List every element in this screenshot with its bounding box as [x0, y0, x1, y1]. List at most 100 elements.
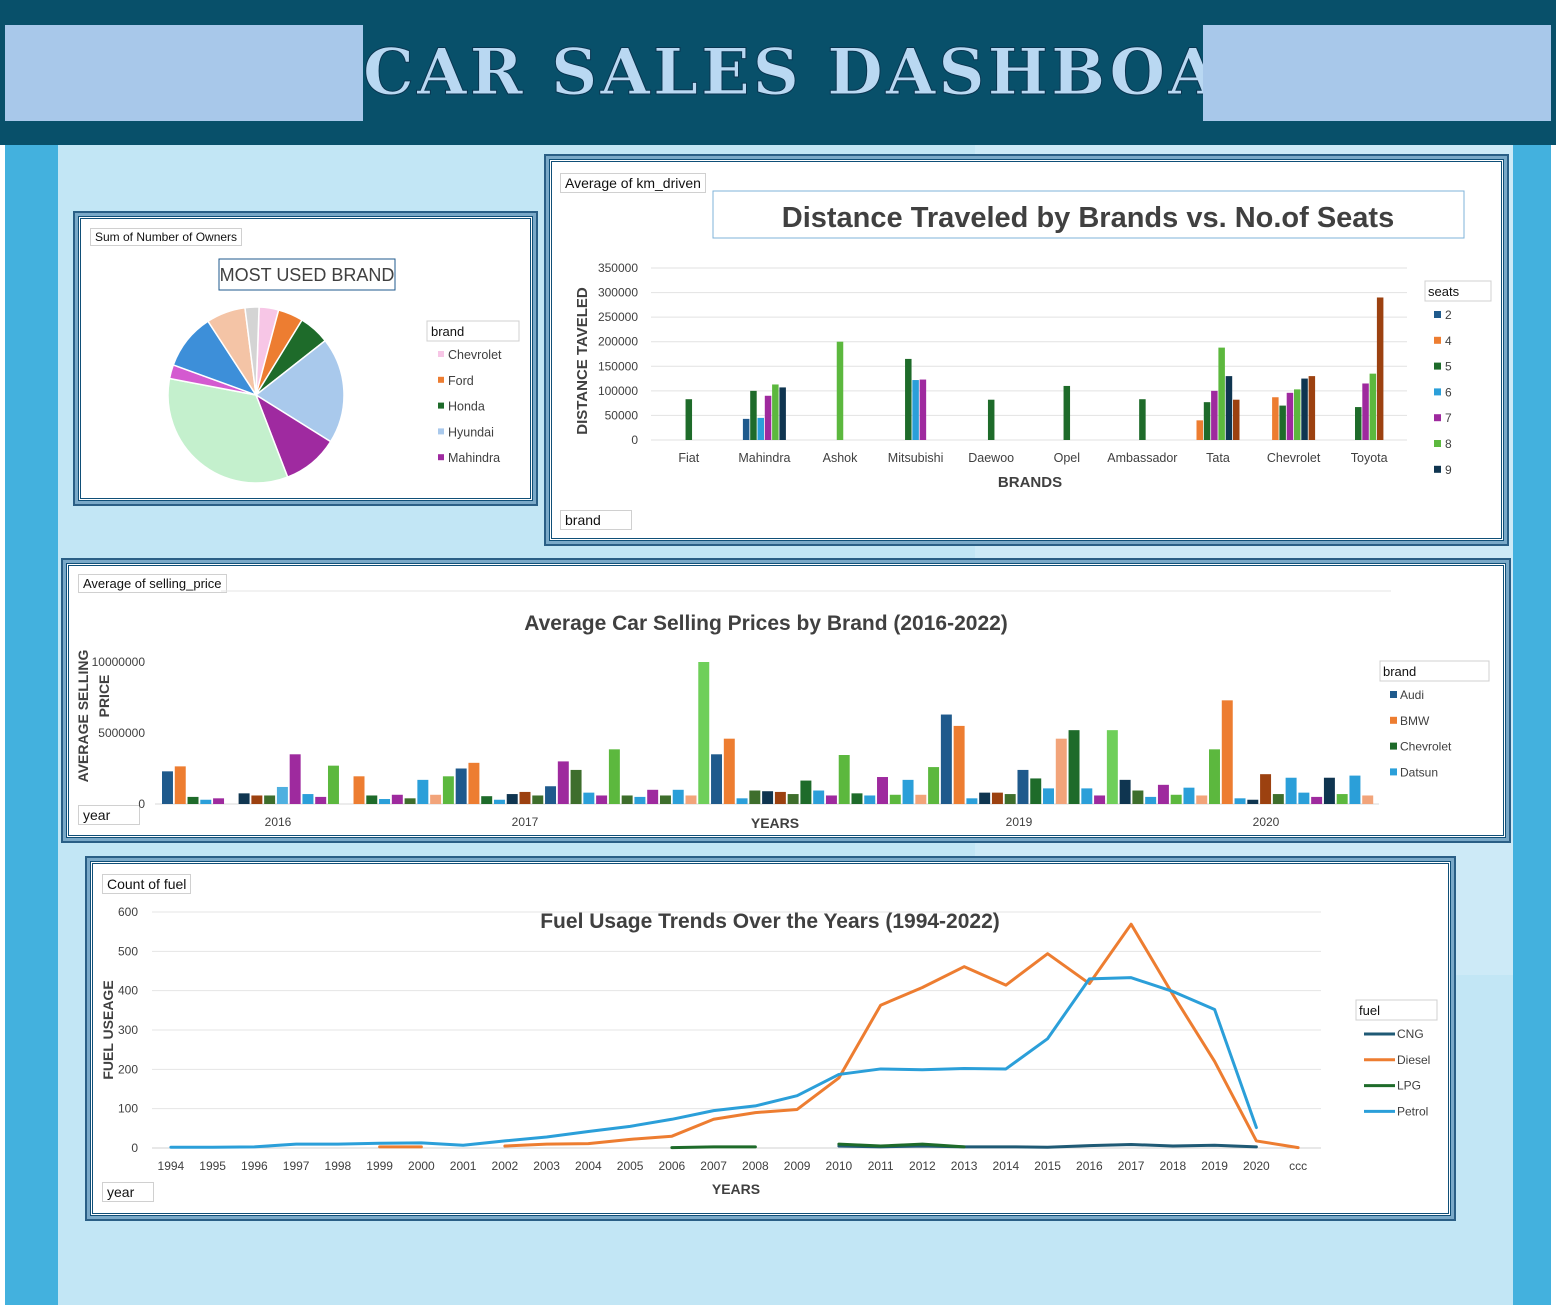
bar2-bar: [889, 794, 901, 804]
line-xtick: 2002: [492, 1159, 519, 1173]
bar2-bar: [327, 765, 339, 804]
bar2-bar: [1336, 794, 1348, 804]
bar1-bar: [1218, 347, 1225, 440]
bar2-bar: [672, 789, 684, 804]
pie-legend-swatch-hyundai: [438, 428, 444, 435]
pie-legend-label-chevrolet: Chevrolet: [448, 348, 502, 362]
bar1-legend-swatch: [1434, 311, 1441, 318]
bar2-bar: [315, 796, 327, 804]
line-xtick: 2018: [1160, 1159, 1187, 1173]
bar2-bar: [404, 798, 416, 804]
line-xtick: 2001: [450, 1159, 477, 1173]
bar1-ytick: 0: [631, 433, 638, 447]
bar1-bar: [772, 384, 779, 440]
side-band-left: [5, 145, 58, 1305]
bar2-bar: [1030, 778, 1042, 804]
header-banner-right: [1203, 25, 1551, 121]
bar2-bar: [391, 794, 403, 804]
bar2-bar: [545, 786, 557, 804]
bar2-legend-label: Chevrolet: [1400, 740, 1452, 754]
bar2-bar: [723, 738, 735, 804]
line-xtick: 2010: [826, 1159, 853, 1173]
bar2-bar: [1157, 784, 1169, 804]
bar2-bar: [1234, 798, 1246, 804]
bar2-bar: [1221, 700, 1233, 804]
bar2-bar: [442, 776, 454, 804]
line-title: Fuel Usage Trends Over the Years (1994-2…: [540, 910, 1000, 933]
bar2-bar: [621, 795, 633, 804]
bar2-ytick: 0: [138, 797, 145, 811]
bar1-ytick: 50000: [605, 408, 639, 422]
bar2-bar: [915, 794, 927, 804]
bar2-bar: [213, 798, 225, 804]
line-ytick: 0: [131, 1141, 138, 1155]
bar1-bar: [764, 395, 772, 440]
line-legend-title: fuel: [1359, 1003, 1380, 1018]
bar1-xtick: Ambassador: [1107, 451, 1177, 465]
bar2-bar: [1106, 730, 1118, 804]
pie-legend-swatch-ford: [438, 376, 444, 383]
bar1-title: Distance Traveled by Brands vs. No.of Se…: [782, 202, 1394, 234]
line-xtick: 2011: [868, 1159, 894, 1173]
bar1-xtick: Toyota: [1351, 451, 1388, 465]
bar2-bar: [800, 780, 812, 804]
bar2-legend-swatch: [1390, 716, 1397, 724]
bar1-bar: [1301, 378, 1308, 440]
bar2-legend-swatch: [1390, 768, 1397, 776]
line-ytick: 500: [118, 944, 138, 958]
bar2-bar: [1247, 799, 1259, 804]
bar2-bar: [238, 793, 250, 804]
bar2-bar: [162, 771, 173, 804]
line-xtick: 2012: [909, 1159, 936, 1173]
bar2-year-label: 2020: [1253, 815, 1280, 829]
bar2-bar: [174, 766, 186, 804]
bar2-bar: [608, 749, 620, 804]
bar1-bar: [1376, 297, 1384, 440]
bar2-bar: [825, 795, 837, 804]
bar2-bar: [468, 762, 480, 804]
bar2-bar: [1068, 730, 1080, 804]
bar2-bar: [902, 779, 914, 804]
bar2-bar: [1017, 769, 1029, 804]
bar2-bar: [1170, 794, 1182, 804]
bar1-bar: [1362, 383, 1369, 440]
bar1-bar: [1286, 392, 1294, 440]
pie-legend-label-honda: Honda: [448, 400, 485, 414]
line-xlabel: YEARS: [712, 1181, 760, 1197]
header-banner-left: [5, 25, 363, 121]
line-xtick: 2013: [951, 1159, 978, 1173]
bar1-xtick: Daewoo: [968, 451, 1014, 465]
bar2-bar: [711, 754, 723, 804]
line-xtick: 2003: [533, 1159, 560, 1173]
bar1-bar: [912, 380, 919, 440]
bar2-bar: [1132, 790, 1144, 804]
bar2-bar: [379, 799, 391, 804]
bar1-bar: [987, 399, 995, 440]
pie-legend-swatch-chevrolet: [438, 351, 444, 357]
bar1-ytick: 200000: [598, 335, 638, 349]
bar2-bar: [749, 790, 761, 804]
bar2-bar: [1209, 749, 1220, 804]
bar1-bar: [742, 418, 750, 440]
bar2-year-label: 2016: [265, 815, 292, 829]
bar2-bar: [991, 792, 1003, 804]
line-xtick: 2016: [1076, 1159, 1103, 1173]
bar1-legend-title: seats: [1428, 284, 1460, 299]
bar2-bar: [838, 755, 850, 804]
bar1-bar: [1233, 399, 1240, 440]
bar1-bar: [1211, 390, 1218, 440]
price-chart-panel: Average of selling_price year Average Ca…: [66, 563, 1506, 838]
bar2-bar: [1196, 795, 1208, 804]
pie-legend-label-hyundai: Hyundai: [448, 425, 494, 439]
bar2-bar: [1004, 794, 1016, 804]
bar1-legend-label: 5: [1445, 360, 1452, 374]
bar2-bar: [736, 798, 748, 804]
bar1-legend-swatch: [1434, 362, 1441, 370]
bar2-legend-label: Audi: [1400, 688, 1424, 702]
bar1-legend-label: 7: [1445, 411, 1452, 425]
bar2-bar: [1323, 777, 1335, 804]
bar2-bar: [417, 779, 429, 804]
line-xtick: 1998: [325, 1159, 352, 1173]
bar2-bar: [979, 792, 991, 804]
bar1-xtick: Opel: [1054, 451, 1080, 465]
